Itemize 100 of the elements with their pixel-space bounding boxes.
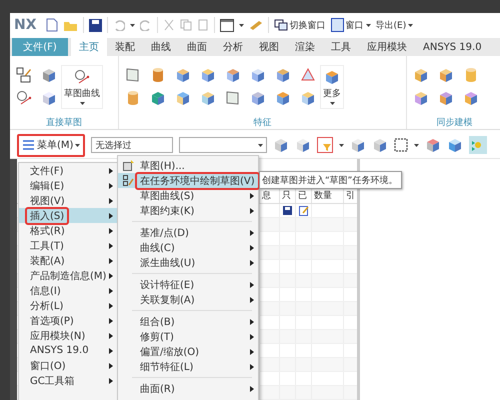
menu-item[interactable]: 工具(T) xyxy=(19,238,117,253)
menu-item[interactable]: 格式(R) xyxy=(19,223,117,238)
cube-icon[interactable] xyxy=(350,137,366,154)
cube-icon[interactable] xyxy=(413,90,429,106)
cube-icon[interactable] xyxy=(295,137,312,154)
menu-item[interactable]: 细节特征(L) xyxy=(118,359,258,374)
menu-item[interactable]: 关联复制(A) xyxy=(118,292,258,307)
menu-item[interactable]: 草图曲线(S) xyxy=(118,188,258,203)
menu-item[interactable]: 草图约束(K) xyxy=(118,203,258,218)
cube-icon[interactable] xyxy=(425,137,442,154)
caret-icon xyxy=(258,144,264,147)
menu-item[interactable]: 文件(F) xyxy=(19,163,117,178)
menu-item[interactable]: 曲线(C) xyxy=(118,240,258,255)
cylinder-icon[interactable] xyxy=(150,67,166,84)
filter-dropdown[interactable]: 无选择过 xyxy=(91,137,174,154)
cube-icon[interactable] xyxy=(200,67,216,84)
sketch-icon[interactable] xyxy=(16,67,32,84)
pyramid-icon[interactable] xyxy=(300,67,316,84)
cube-icon[interactable] xyxy=(438,90,454,106)
menu-item[interactable]: 设计特征(E) xyxy=(118,277,258,292)
window-icon[interactable] xyxy=(220,18,234,32)
menu-item[interactable]: 组合(B) xyxy=(118,314,258,329)
menu-button[interactable]: 菜单(M) xyxy=(17,134,86,157)
cube-icon[interactable] xyxy=(41,90,57,106)
cube-icon[interactable] xyxy=(273,137,290,154)
menu-item[interactable]: 曲面(R) xyxy=(118,381,258,396)
ribbon-tab[interactable]: 曲线 xyxy=(143,38,179,56)
cube-icon[interactable] xyxy=(150,90,166,106)
menu-item[interactable]: 信息(I) xyxy=(19,283,117,298)
cube-icon[interactable] xyxy=(372,137,388,154)
submenu-arrow-icon xyxy=(109,182,113,188)
menu-item[interactable]: 修剪(T) xyxy=(118,329,258,344)
new-file-icon[interactable] xyxy=(46,18,58,32)
circle-line-icon[interactable] xyxy=(16,90,32,106)
menu-item[interactable]: 首选项(P) xyxy=(19,313,117,328)
snap-points-icon[interactable] xyxy=(469,136,488,154)
selection-box-icon[interactable] xyxy=(394,138,408,152)
sketch-curve-button[interactable]: 草图曲线 xyxy=(61,64,103,109)
more-button[interactable]: 更多 xyxy=(320,64,344,109)
menu-item[interactable]: 在任务环境中绘制草图(V) xyxy=(118,173,258,188)
cube-icon[interactable] xyxy=(275,90,291,106)
cube-icon[interactable] xyxy=(225,67,241,84)
cube-icon[interactable] xyxy=(463,90,479,106)
submenu-arrow-icon xyxy=(109,242,113,248)
menu-item[interactable]: 窗口(O) xyxy=(19,358,117,373)
ribbon-tab[interactable]: 应用模块 xyxy=(359,38,415,56)
toolbar-button[interactable]: 导出(E) xyxy=(376,18,414,32)
menu-item[interactable]: ANSYS 19.0 xyxy=(19,343,117,358)
menu-item[interactable]: 装配(A) xyxy=(19,253,117,268)
menu-item[interactable]: 分析(L) xyxy=(19,298,117,313)
ribbon-tab[interactable]: ANSYS 19.0 xyxy=(415,38,490,56)
menu-item[interactable]: 插入(S) xyxy=(19,208,117,223)
circle-line-icon[interactable] xyxy=(74,68,90,85)
cube-icon[interactable] xyxy=(175,90,191,106)
menu-item[interactable]: 产品制造信息(M) xyxy=(19,268,117,283)
toolbar-button[interactable]: 切换窗口 xyxy=(274,18,326,32)
submenu-arrow-icon xyxy=(109,302,113,308)
cube-icon[interactable] xyxy=(250,90,266,106)
cube-icon[interactable] xyxy=(300,90,316,106)
submenu-arrow-icon xyxy=(109,168,113,174)
menu-item[interactable]: 基准/点(D) xyxy=(118,225,258,240)
menu-item[interactable]: 偏置/缩放(O) xyxy=(118,344,258,359)
menu-item[interactable]: 编辑(E) xyxy=(19,178,117,193)
scope-dropdown[interactable] xyxy=(179,137,268,154)
windows-icon xyxy=(274,19,288,32)
save-icon[interactable] xyxy=(88,18,102,32)
app-logo: NX xyxy=(14,17,37,34)
cube-icon[interactable] xyxy=(413,67,429,84)
ribbon-tab[interactable]: 主页 xyxy=(71,38,107,56)
filter-icon[interactable] xyxy=(317,137,334,154)
cube-icon[interactable] xyxy=(275,67,291,84)
menu-item[interactable]: GC工具箱 xyxy=(19,373,117,388)
cube-icon[interactable] xyxy=(324,68,340,85)
plane-icon[interactable] xyxy=(125,67,141,84)
menu-item[interactable]: 应用模块(N) xyxy=(19,328,117,343)
caret-icon xyxy=(330,102,334,105)
cube-icon[interactable] xyxy=(175,67,191,84)
submenu-arrow-icon xyxy=(109,258,113,264)
cube-icon[interactable] xyxy=(250,67,266,84)
cube-icon[interactable] xyxy=(438,67,454,84)
sketch-icon xyxy=(123,160,134,171)
menu-item[interactable]: 派生曲线(U) xyxy=(118,255,258,270)
ribbon-tab[interactable]: 渲染 xyxy=(287,38,323,56)
ribbon-tab[interactable]: 装配 xyxy=(107,38,143,56)
submenu-arrow-icon xyxy=(109,378,113,384)
cube-icon[interactable] xyxy=(447,137,464,154)
plane-icon[interactable] xyxy=(225,90,241,106)
submenu-arrow-icon xyxy=(109,272,113,278)
menu-item[interactable]: 视图(V) xyxy=(19,193,117,208)
menu-item[interactable]: 草图(H)... xyxy=(118,158,258,173)
ribbon-tab[interactable]: 分析 xyxy=(215,38,251,56)
caret-icon xyxy=(130,24,135,27)
ribbon-tab[interactable]: 工具 xyxy=(323,38,359,56)
submenu-arrow-icon xyxy=(109,198,113,204)
ribbon-tab[interactable]: 曲面 xyxy=(179,38,215,56)
toolbar-button[interactable]: 窗口 xyxy=(330,18,371,32)
group-label: 特征 xyxy=(252,117,272,130)
ribbon-tab[interactable]: 视图 xyxy=(251,38,287,56)
cube-icon[interactable] xyxy=(200,90,216,106)
cube-icon[interactable] xyxy=(41,67,57,84)
